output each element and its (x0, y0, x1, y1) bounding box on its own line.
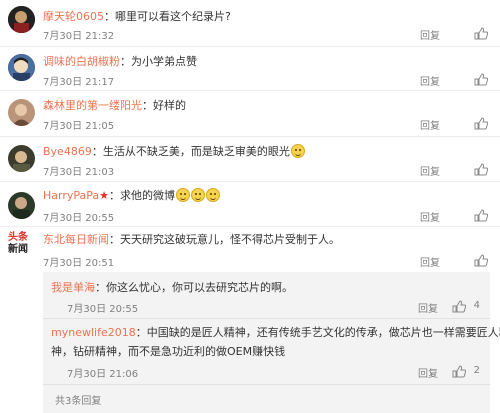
thumbs-up-icon[interactable] (474, 254, 490, 268)
thumbs-up-icon[interactable] (452, 365, 467, 381)
thumbs-up-icon[interactable] (474, 27, 490, 41)
reply-button[interactable]: 回复 (420, 254, 440, 269)
comment-text: 求他的微博 (120, 189, 176, 202)
more-replies-link[interactable]: 共3条回复 (55, 392, 101, 407)
star-icon: ★ (99, 189, 110, 202)
reply-button[interactable]: 回复 (418, 365, 438, 380)
avatar[interactable] (8, 192, 35, 219)
comment-item: 头条 新闻 东北每日新闻：天天研究这破玩意儿，怪不得芯片受制于人。 7月30日 … (0, 227, 500, 271)
comment-time: 7月30日 21:32 (43, 31, 115, 42)
comment-text: 哪里可以看这个纪录片? (115, 10, 231, 23)
reply-button[interactable]: 回复 (420, 117, 440, 132)
thumbs-up-icon[interactable] (474, 163, 490, 177)
comment-text: 为小学弟点赞 (131, 55, 197, 68)
comment-item: Bye4869：生活从不缺乏美，而是缺乏审美的眼光 7月30日 21:03 回复 (0, 137, 500, 181)
comment-text: 生活从不缺乏美，而是缺乏审美的眼光 (102, 145, 290, 158)
comment-username[interactable]: 调味的白胡椒粉 (43, 55, 120, 68)
thumbs-up-icon[interactable] (474, 117, 490, 131)
reply-button[interactable]: 回复 (420, 27, 440, 42)
reply-button[interactable]: 回复 (420, 73, 440, 88)
reply-username[interactable]: mynewlife2018 (51, 326, 136, 339)
comment-list: 摩天轮0605：哪里可以看这个纪录片? 7月30日 21:32 回复 调味的白胡… (0, 0, 500, 413)
smile-emoji-icon (191, 188, 206, 202)
comment-text: 好样的 (153, 99, 186, 112)
smile-emoji-icon (176, 188, 191, 202)
comment-time: 7月30日 21:05 (43, 121, 115, 132)
reply-text-cont: 神，钻研精神，而不是急功近利的做OEM赚快钱 (51, 345, 286, 358)
comment-text: 天天研究这破玩意儿，怪不得芯片受制于人。 (120, 233, 340, 246)
like-count: 2 (473, 365, 480, 376)
thumbs-up-icon[interactable] (474, 73, 490, 87)
avatar[interactable] (8, 145, 35, 172)
comment-username[interactable]: Bye4869 (43, 145, 92, 158)
smile-emoji-icon (290, 144, 305, 158)
comment-username[interactable]: 森林里的第一缕阳光 (43, 99, 142, 112)
comment-item: 森林里的第一缕阳光：好样的 7月30日 21:05 回复 (0, 91, 500, 135)
comment-username[interactable]: HarryPaPa (43, 189, 99, 202)
reply-button[interactable]: 回复 (420, 209, 440, 224)
smile-emoji-icon (206, 188, 221, 202)
avatar[interactable]: 头条 新闻 (8, 232, 36, 258)
comment-time: 7月30日 21:03 (43, 167, 115, 178)
reply-text: 中国缺的是匠人精神，还有传统手艺文化的传承，做芯片也一样需要匠人精 (146, 326, 500, 339)
comment-username[interactable]: 东北每日新闻 (43, 233, 109, 246)
avatar[interactable] (8, 54, 35, 81)
thumbs-up-icon[interactable] (474, 209, 490, 223)
reply-time: 7月30日 20:55 (67, 304, 139, 315)
comment-item: 调味的白胡椒粉：为小学弟点赞 7月30日 21:17 回复 (0, 47, 500, 91)
comment-time: 7月30日 20:55 (43, 213, 115, 224)
avatar[interactable] (8, 6, 35, 33)
like-count: 4 (473, 300, 480, 311)
reply-text: 你这么忧心，你可以去研究芯片的啊。 (106, 281, 293, 294)
avatar[interactable] (8, 99, 35, 126)
divider (43, 318, 490, 319)
comment-item: HarryPaPa★：求他的微博 7月30日 20:55 回复 (0, 182, 500, 226)
divider (43, 384, 490, 385)
reply-button[interactable]: 回复 (418, 300, 438, 315)
thumbs-up-icon[interactable] (452, 300, 467, 316)
comment-time: 7月30日 20:51 (43, 258, 115, 269)
reply-thread: 我是单海：你这么忧心，你可以去研究芯片的啊。 7月30日 20:55 回复 4 … (43, 272, 500, 413)
reply-time: 7月30日 21:06 (67, 369, 139, 380)
comment-item: 摩天轮0605：哪里可以看这个纪录片? 7月30日 21:32 回复 (0, 0, 500, 42)
reply-username[interactable]: 我是单海 (51, 281, 95, 294)
reply-button[interactable]: 回复 (420, 163, 440, 178)
comment-time: 7月30日 21:17 (43, 77, 115, 88)
comment-username[interactable]: 摩天轮0605 (43, 10, 104, 23)
